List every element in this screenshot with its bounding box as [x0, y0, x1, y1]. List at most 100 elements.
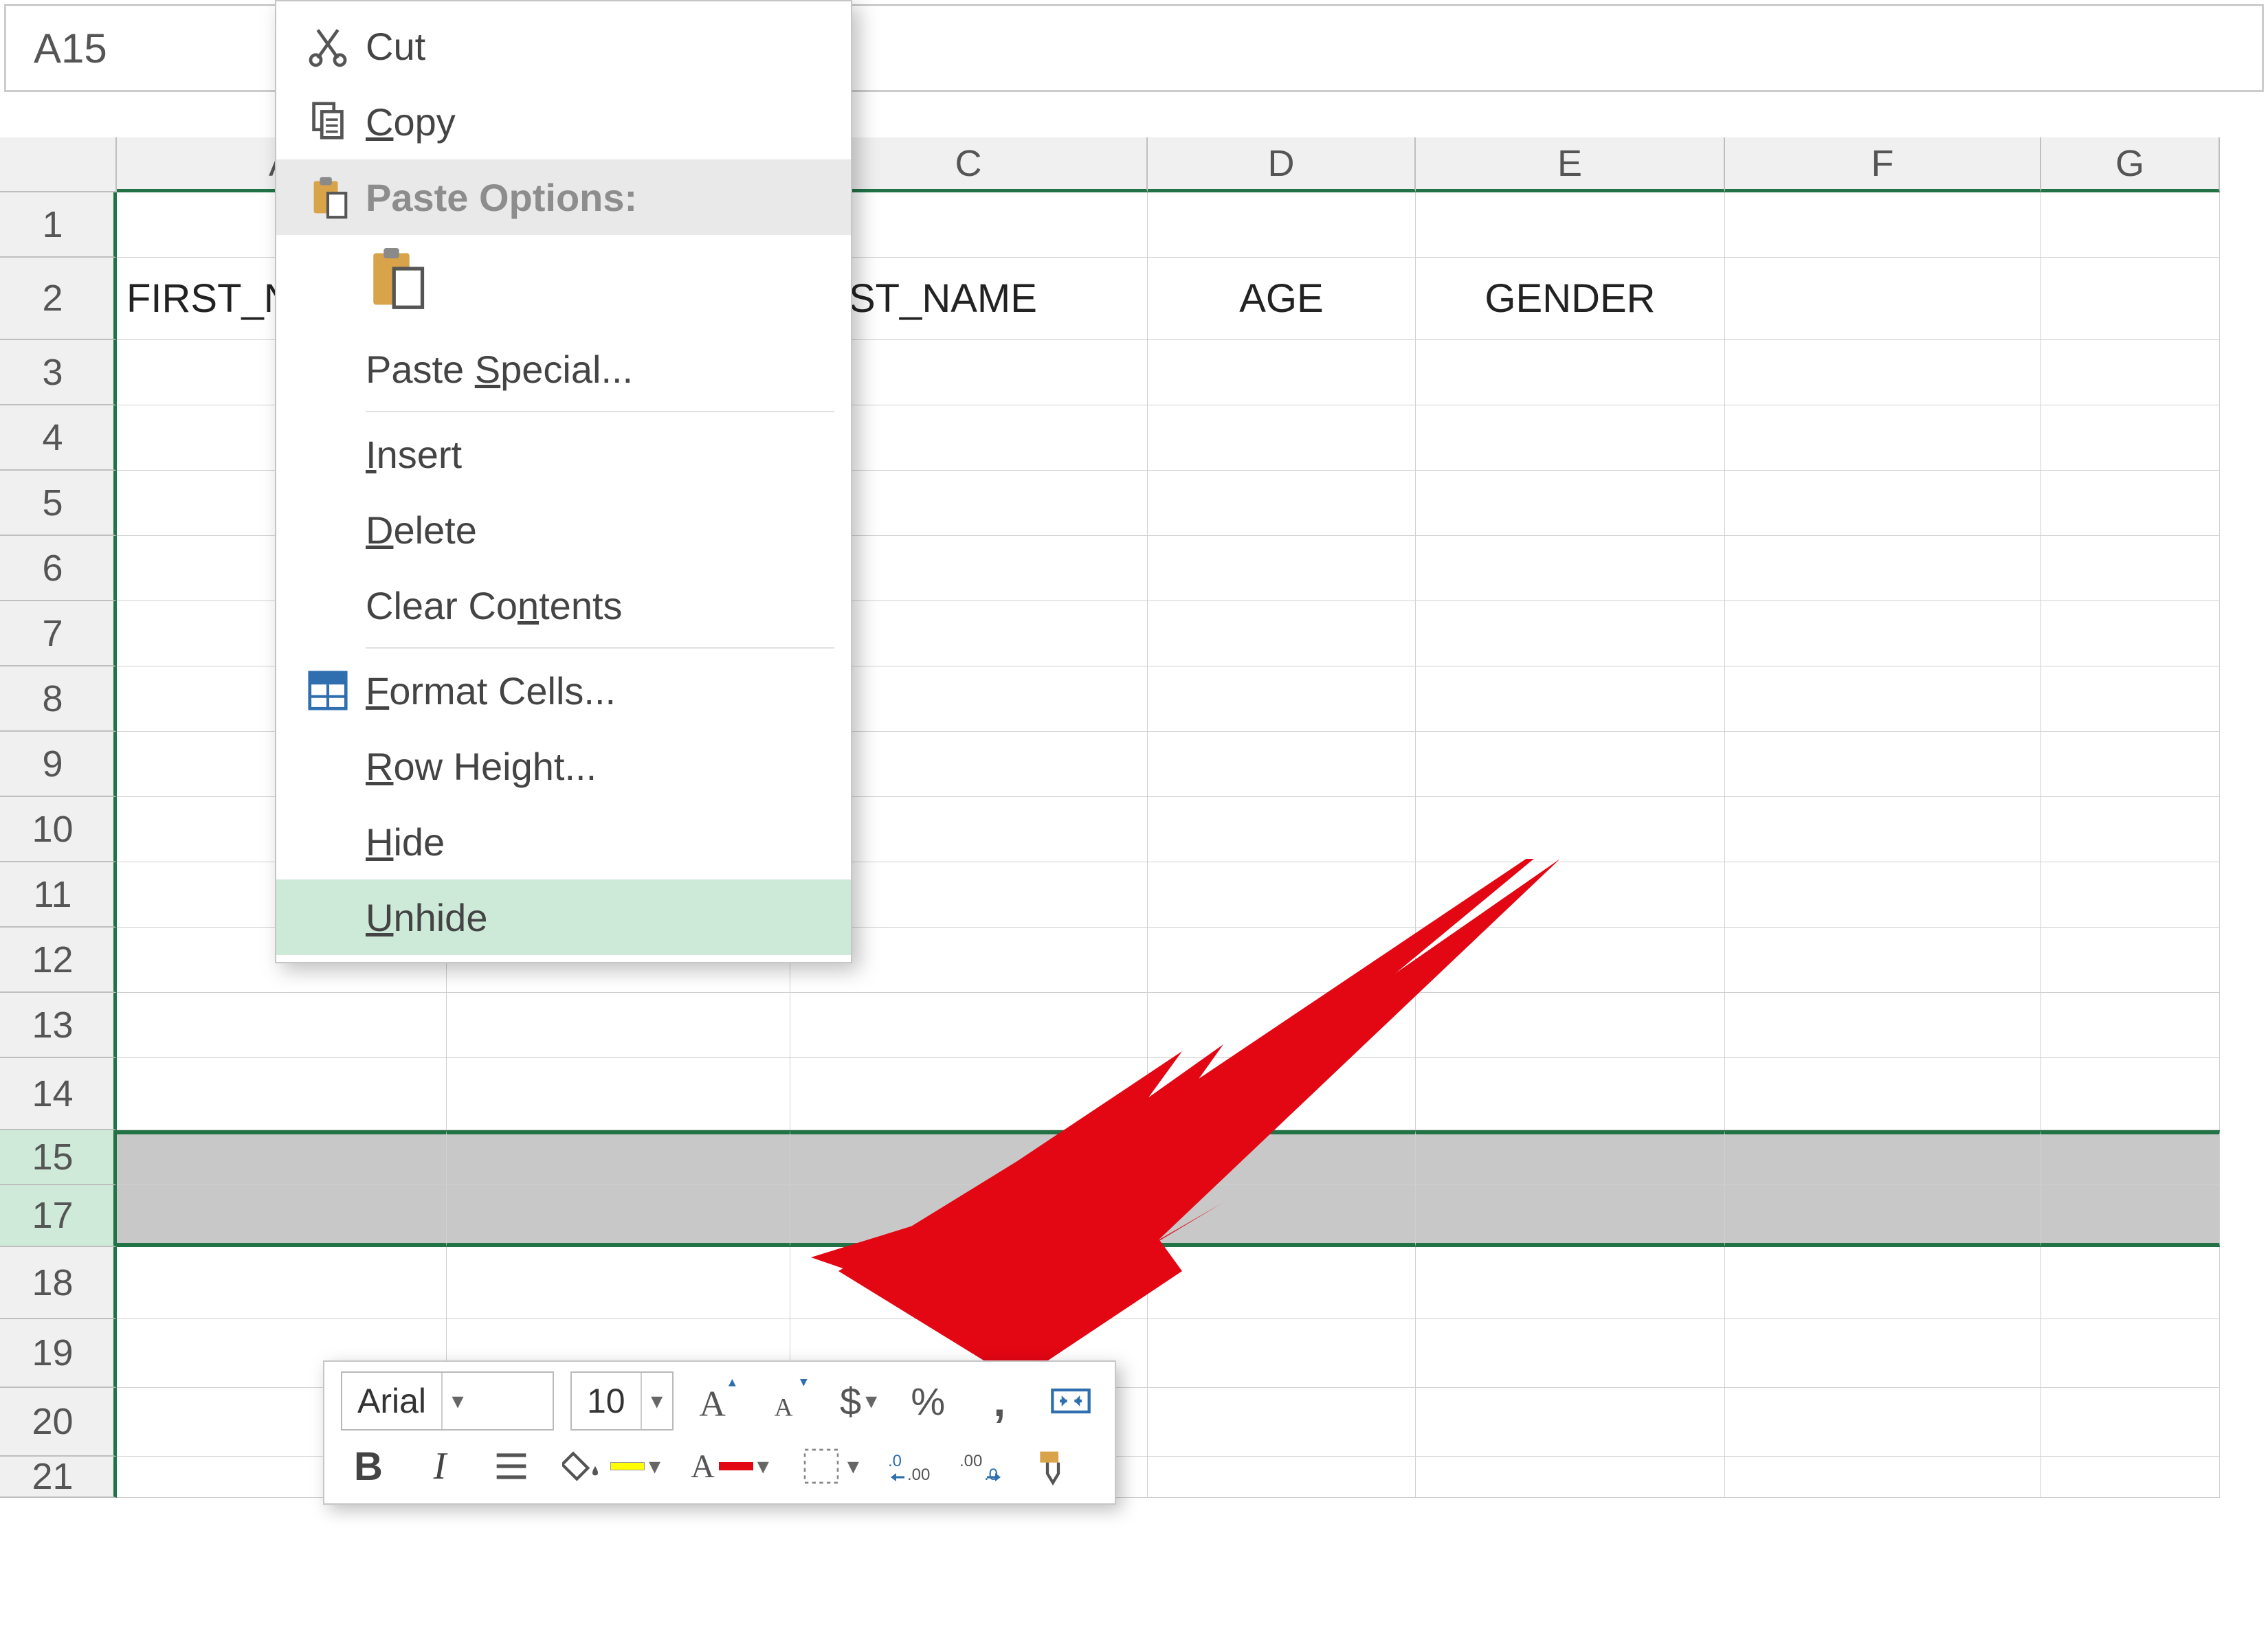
- row-header-18[interactable]: 18: [0, 1247, 117, 1319]
- cell-B13[interactable]: [447, 993, 790, 1058]
- cell-D3[interactable]: [1148, 340, 1416, 405]
- cell-E2[interactable]: GENDER: [1416, 258, 1725, 340]
- cell-F21[interactable]: [1725, 1457, 2041, 1498]
- cell-F18[interactable]: [1725, 1247, 2041, 1319]
- format-painter-button[interactable]: [1025, 1439, 1080, 1494]
- cell-D10[interactable]: [1148, 797, 1416, 862]
- cell-B18[interactable]: [447, 1247, 790, 1319]
- cell-G21[interactable]: [2041, 1457, 2220, 1498]
- cell-A13[interactable]: [117, 993, 447, 1058]
- row-header-2[interactable]: 2: [0, 258, 117, 340]
- cell-A18[interactable]: [117, 1247, 447, 1319]
- decrease-font-size-button[interactable]: A: [761, 1373, 816, 1428]
- row-header-19[interactable]: 19: [0, 1319, 117, 1388]
- dropdown-caret-icon[interactable]: ▾: [441, 1373, 473, 1429]
- menu-item-insert[interactable]: Insert: [276, 416, 851, 492]
- cell-A17[interactable]: [117, 1185, 447, 1247]
- cell-E5[interactable]: [1416, 471, 1725, 536]
- row-header-10[interactable]: 10: [0, 797, 117, 862]
- cell-E9[interactable]: [1416, 732, 1725, 797]
- cell-B15[interactable]: [447, 1130, 790, 1185]
- cell-D7[interactable]: [1148, 601, 1416, 666]
- cell-G2[interactable]: [2041, 258, 2220, 340]
- menu-item-hide[interactable]: Hide: [276, 804, 851, 879]
- cell-F2[interactable]: [1725, 258, 2041, 340]
- cell-G6[interactable]: [2041, 536, 2220, 601]
- cell-E1[interactable]: [1416, 192, 1725, 258]
- column-header-F[interactable]: F: [1725, 137, 2041, 192]
- accounting-number-format-button[interactable]: $▾: [833, 1373, 884, 1428]
- cell-G4[interactable]: [2041, 405, 2220, 471]
- increase-decimal-button[interactable]: .0.00: [882, 1439, 937, 1494]
- cell-F5[interactable]: [1725, 471, 2041, 536]
- cell-D2[interactable]: AGE: [1148, 258, 1416, 340]
- cell-E4[interactable]: [1416, 405, 1725, 471]
- increase-font-size-button[interactable]: A: [690, 1373, 745, 1428]
- row-header-14[interactable]: 14: [0, 1058, 117, 1130]
- font-name-combo[interactable]: Arial ▾: [341, 1371, 554, 1431]
- cell-F20[interactable]: [1725, 1388, 2041, 1457]
- cell-D9[interactable]: [1148, 732, 1416, 797]
- percent-style-button[interactable]: %: [900, 1373, 955, 1428]
- name-box[interactable]: A15: [4, 4, 307, 92]
- cell-D8[interactable]: [1148, 666, 1416, 732]
- cell-F6[interactable]: [1725, 536, 2041, 601]
- cell-F14[interactable]: [1725, 1058, 2041, 1130]
- cell-F4[interactable]: [1725, 405, 2041, 471]
- cell-B14[interactable]: [447, 1058, 790, 1130]
- cell-E10[interactable]: [1416, 797, 1725, 862]
- cell-F10[interactable]: [1725, 797, 2041, 862]
- cell-F19[interactable]: [1725, 1319, 2041, 1388]
- row-header-5[interactable]: 5: [0, 471, 117, 536]
- align-button[interactable]: [484, 1439, 539, 1494]
- cell-G11[interactable]: [2041, 862, 2220, 928]
- menu-item-clear-contents[interactable]: Clear Contents: [276, 568, 851, 643]
- cell-G14[interactable]: [2041, 1058, 2220, 1130]
- menu-item-cut[interactable]: Cut: [276, 8, 851, 84]
- cell-G20[interactable]: [2041, 1388, 2220, 1457]
- cell-F8[interactable]: [1725, 666, 2041, 732]
- italic-button[interactable]: I: [412, 1439, 467, 1494]
- cell-F12[interactable]: [1725, 928, 2041, 993]
- row-header-8[interactable]: 8: [0, 666, 117, 732]
- cell-G5[interactable]: [2041, 471, 2220, 536]
- row-header-11[interactable]: 11: [0, 862, 117, 928]
- cell-G13[interactable]: [2041, 993, 2220, 1058]
- cell-A14[interactable]: [117, 1058, 447, 1130]
- cell-G10[interactable]: [2041, 797, 2220, 862]
- row-header-20[interactable]: 20: [0, 1388, 117, 1457]
- row-header-13[interactable]: 13: [0, 993, 117, 1058]
- row-header-21[interactable]: 21: [0, 1457, 117, 1498]
- cell-B17[interactable]: [447, 1185, 790, 1247]
- bold-button[interactable]: B: [341, 1439, 396, 1494]
- cell-F1[interactable]: [1725, 192, 2041, 258]
- fill-color-button[interactable]: ▾: [555, 1439, 667, 1494]
- row-header-6[interactable]: 6: [0, 536, 117, 601]
- cell-F3[interactable]: [1725, 340, 2041, 405]
- column-header-D[interactable]: D: [1148, 137, 1416, 192]
- cell-G7[interactable]: [2041, 601, 2220, 666]
- cell-E8[interactable]: [1416, 666, 1725, 732]
- row-header-1[interactable]: 1: [0, 192, 117, 258]
- menu-item-row-height[interactable]: Row Height...: [276, 728, 851, 804]
- cell-F11[interactable]: [1725, 862, 2041, 928]
- cell-E7[interactable]: [1416, 601, 1725, 666]
- cell-G17[interactable]: [2041, 1185, 2220, 1247]
- cell-F15[interactable]: [1725, 1130, 2041, 1185]
- cell-E21[interactable]: [1416, 1457, 1725, 1498]
- row-header-4[interactable]: 4: [0, 405, 117, 471]
- cell-F13[interactable]: [1725, 993, 2041, 1058]
- cell-D21[interactable]: [1148, 1457, 1416, 1498]
- dropdown-caret-icon[interactable]: ▾: [641, 1373, 672, 1429]
- menu-item-copy[interactable]: Copy: [276, 84, 851, 159]
- cell-G19[interactable]: [2041, 1319, 2220, 1388]
- cell-G1[interactable]: [2041, 192, 2220, 258]
- cell-F9[interactable]: [1725, 732, 2041, 797]
- cell-F7[interactable]: [1725, 601, 2041, 666]
- font-size-combo[interactable]: 10 ▾: [570, 1371, 674, 1431]
- cell-D5[interactable]: [1148, 471, 1416, 536]
- cell-G8[interactable]: [2041, 666, 2220, 732]
- select-all-corner[interactable]: [0, 137, 117, 192]
- row-header-7[interactable]: 7: [0, 601, 117, 666]
- cell-E6[interactable]: [1416, 536, 1725, 601]
